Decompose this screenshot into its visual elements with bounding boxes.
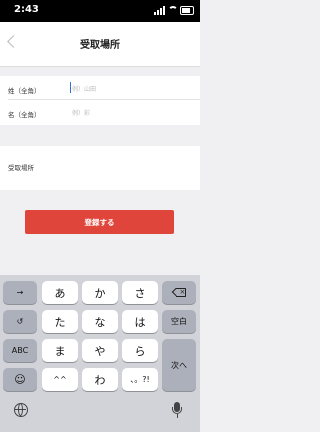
key-next[interactable]: 次へ <box>162 339 196 391</box>
section-spacer <box>0 125 200 146</box>
key-abc[interactable]: ABC <box>3 339 37 362</box>
status-bar: 2:43 <box>0 0 200 22</box>
signal-icon <box>154 6 165 15</box>
last-name-field[interactable] <box>72 83 192 95</box>
key-arrow-right[interactable]: → <box>3 281 37 304</box>
globe-icon[interactable] <box>14 403 28 417</box>
key-emoji[interactable]: ☺ <box>3 368 37 391</box>
keyboard: → あ か さ × ↺ た な は 空白 ABC ま や ら 次へ ☺ ^^ わ… <box>0 275 200 432</box>
key-undo[interactable]: ↺ <box>3 310 37 333</box>
status-time: 2:43 <box>14 4 39 15</box>
key-sa[interactable]: さ <box>122 281 158 304</box>
last-name-label: 姓（全角） <box>8 87 41 95</box>
microphone-icon[interactable] <box>172 402 182 419</box>
register-button[interactable]: 登録する <box>25 210 174 234</box>
key-a[interactable]: あ <box>42 281 78 304</box>
wifi-icon <box>168 6 178 14</box>
key-ka[interactable]: か <box>82 281 118 304</box>
key-na[interactable]: な <box>82 310 118 333</box>
location-row[interactable]: 受取場所 <box>0 146 200 190</box>
key-ta[interactable]: た <box>42 310 78 333</box>
key-punctuation[interactable]: 、。?! <box>122 368 158 391</box>
page-title: 受取場所 <box>80 40 120 51</box>
key-wa[interactable]: わ <box>82 368 118 391</box>
delete-backspace-icon: × <box>171 287 186 297</box>
key-delete[interactable]: × <box>162 281 196 304</box>
first-name-label: 名（全角） <box>8 111 41 119</box>
key-space[interactable]: 空白 <box>162 310 196 333</box>
nav-bar: 受取場所 <box>0 22 200 67</box>
key-ma[interactable]: ま <box>42 339 78 362</box>
key-ra[interactable]: ら <box>122 339 158 362</box>
section-spacer <box>0 67 200 76</box>
first-name-field[interactable] <box>72 107 192 119</box>
key-kaomoji[interactable]: ^^ <box>42 368 78 391</box>
status-icons <box>154 6 194 16</box>
text-caret <box>70 82 71 93</box>
last-name-row: 姓（全角） <box>0 76 200 100</box>
first-name-row: 名（全角） <box>0 100 200 125</box>
key-ya[interactable]: や <box>82 339 118 362</box>
key-ha[interactable]: は <box>122 310 158 333</box>
battery-icon <box>180 6 194 15</box>
location-label: 受取場所 <box>8 164 34 172</box>
